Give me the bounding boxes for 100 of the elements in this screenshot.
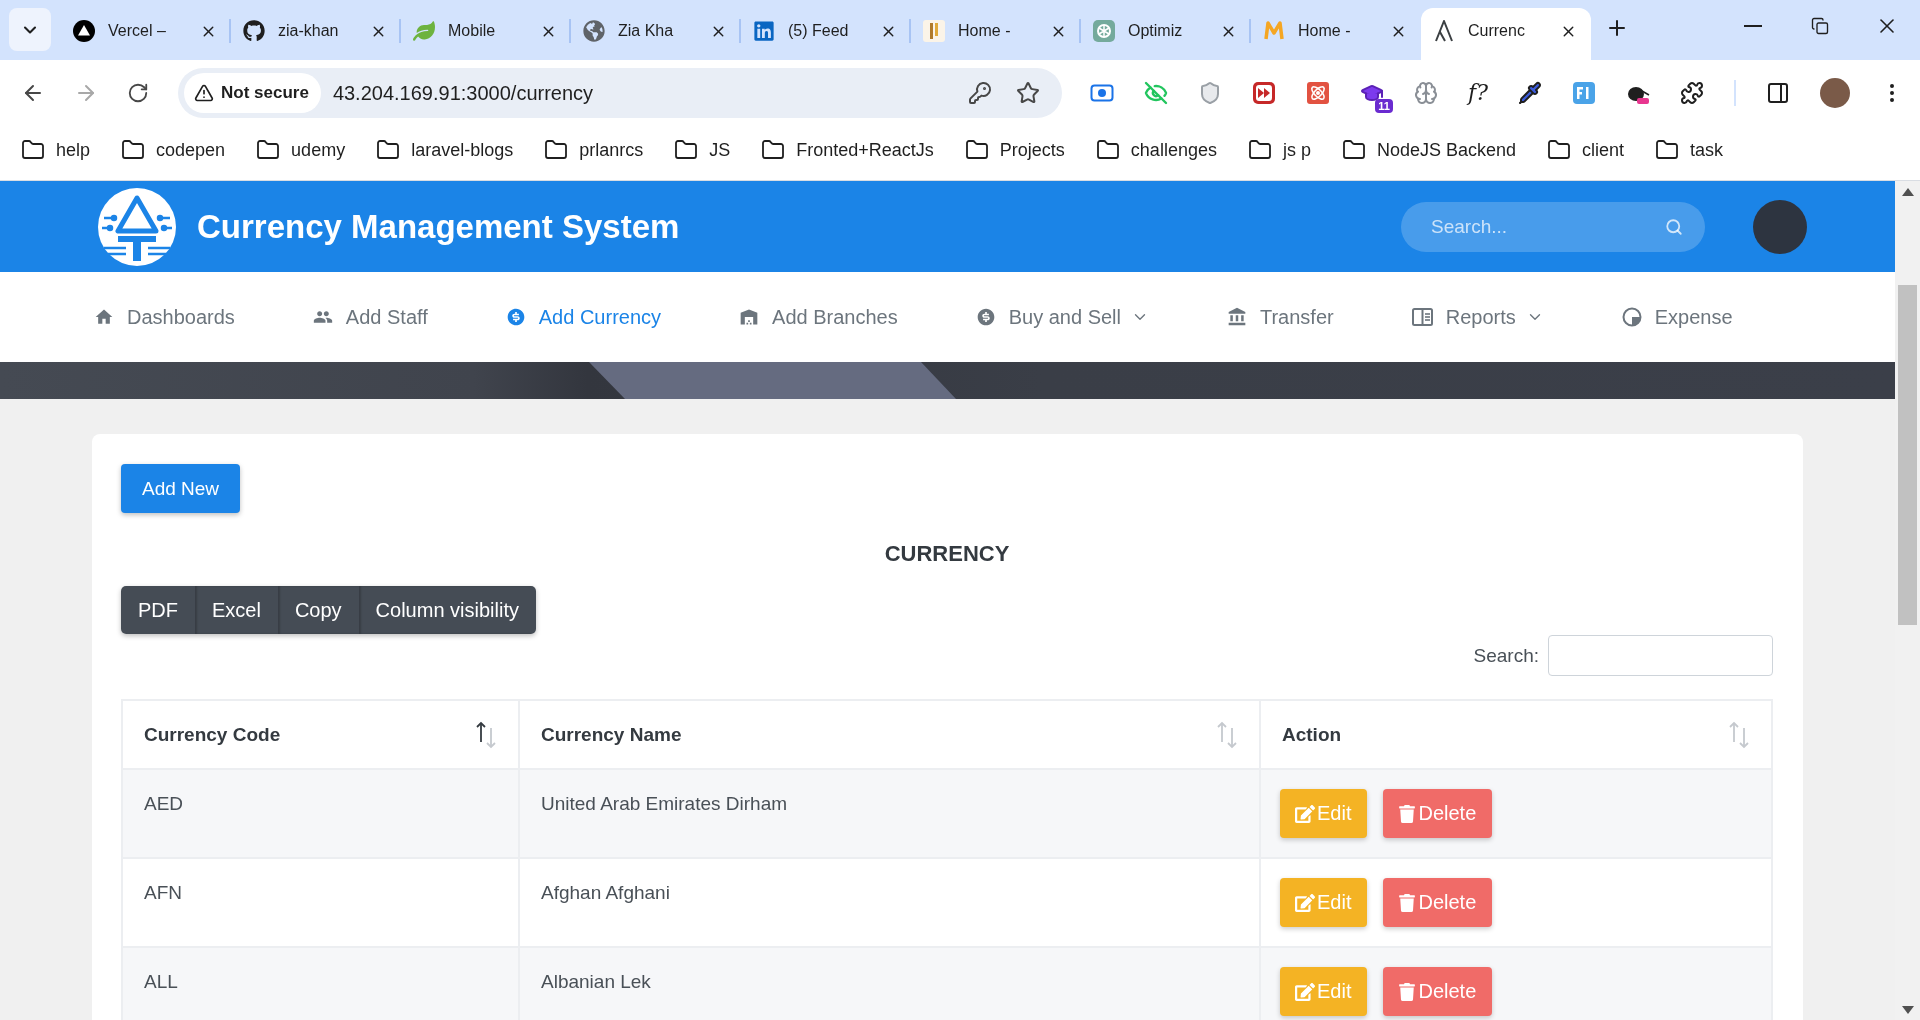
nav-link[interactable]: Add Staff	[312, 305, 428, 329]
tile-logo-icon[interactable]	[1571, 81, 1596, 105]
export-button[interactable]: Column visibility	[358, 586, 536, 634]
bank-icon	[1227, 307, 1247, 327]
folder-icon	[376, 138, 401, 162]
side-panel-icon[interactable]	[1765, 81, 1790, 105]
fast-forward-icon[interactable]	[1252, 81, 1276, 105]
browser-tab[interactable]: zia-khan	[231, 8, 401, 60]
folder-icon	[1095, 138, 1120, 162]
puzzle-icon[interactable]	[1679, 81, 1704, 105]
folder-icon	[1655, 138, 1680, 162]
bookmark-folder[interactable]: NodeJS Backend	[1341, 138, 1517, 162]
trash-icon	[1398, 893, 1417, 912]
browser-tab[interactable]: Home -	[911, 8, 1081, 60]
scrollbar-thumb[interactable]	[1898, 285, 1917, 625]
user-avatar[interactable]	[1753, 199, 1807, 254]
cat-logo-icon	[243, 20, 265, 42]
add-new-button[interactable]: Add New	[121, 464, 241, 513]
count-badge: 11	[1375, 99, 1393, 113]
nav-link[interactable]: Add Branches	[739, 305, 898, 329]
column-header[interactable]: Currency Name	[519, 700, 1260, 769]
star-icon[interactable]	[1016, 81, 1040, 105]
search-label: Search:	[1473, 644, 1539, 667]
folder-icon	[674, 138, 699, 162]
triangle-logo-icon	[73, 20, 95, 42]
warning-icon	[194, 83, 214, 103]
m-logo-icon	[1263, 20, 1285, 42]
bookmark-folder[interactable]: js p	[1247, 138, 1311, 162]
document-panel-icon	[1411, 308, 1433, 326]
brain-icon[interactable]	[1414, 81, 1438, 105]
nav-link[interactable]: Buy and Sell	[975, 305, 1149, 329]
dollar-coin-icon	[975, 307, 996, 327]
folder-icon	[1247, 138, 1272, 162]
search-input[interactable]	[1548, 635, 1773, 676]
trash-icon	[1398, 982, 1417, 1001]
pie-icon	[1621, 307, 1642, 327]
stripes-logo-icon	[923, 20, 945, 42]
scroll-down-icon[interactable]	[1901, 1006, 1914, 1014]
security-chip[interactable]: Not secure	[184, 73, 321, 113]
export-button[interactable]: Excel	[195, 586, 278, 634]
folder-icon	[21, 138, 45, 162]
table-cell: ALL	[122, 947, 519, 1020]
atom-tile-icon[interactable]	[1306, 81, 1330, 105]
restore-icon	[1810, 17, 1829, 35]
app-title: Currency Management System	[197, 207, 681, 246]
address-bar[interactable]: Not secure 43.204.169.91:3000/currency	[178, 68, 1062, 118]
peak-logo-icon	[1433, 20, 1455, 42]
bookmark-folder[interactable]: codepen	[121, 138, 226, 162]
nav-link[interactable]: Dashboards	[94, 305, 235, 329]
nav-link[interactable]: Expense	[1621, 305, 1733, 329]
bookmark-folder[interactable]: help	[21, 138, 91, 162]
browser-tab[interactable]: Vercel –	[61, 8, 231, 60]
folder-icon	[544, 138, 569, 162]
export-button[interactable]: Copy	[277, 586, 359, 634]
browser-tab[interactable]: Optimiz	[1081, 8, 1251, 60]
eyedropper-icon[interactable]	[1517, 81, 1542, 105]
home-icon	[94, 307, 114, 327]
trash-icon	[1398, 804, 1417, 823]
function-glyph-button[interactable]: f?	[1468, 81, 1488, 105]
url-text: 43.204.169.91:3000/currency	[332, 81, 595, 105]
export-button[interactable]: PDF	[121, 586, 195, 634]
browser-tab[interactable]: Currenc	[1421, 8, 1591, 60]
folder-icon	[1341, 138, 1366, 162]
folder-icon	[964, 138, 989, 162]
reload-icon	[127, 82, 149, 104]
bookmark-folder[interactable]: task	[1655, 138, 1724, 162]
profile-avatar[interactable]	[1819, 78, 1850, 108]
folder-icon	[761, 138, 786, 162]
leaf-icon	[413, 20, 435, 42]
search-icon	[1665, 217, 1683, 236]
column-header[interactable]: Action	[1260, 700, 1772, 769]
reload-button[interactable]	[127, 82, 149, 104]
scroll-up-icon[interactable]	[1901, 188, 1914, 196]
nav-link[interactable]: Add Currency	[505, 305, 662, 329]
knot-logo-icon	[1093, 20, 1115, 42]
bookmark-folder[interactable]: prlanrcs	[544, 138, 644, 162]
in-logo-icon	[753, 20, 775, 42]
bookmark-folder[interactable]: challenges	[1095, 138, 1217, 162]
bookmark-folder[interactable]: udemy	[256, 138, 346, 162]
section-heading: CURRENCY	[883, 540, 1011, 568]
folder-icon	[1547, 138, 1572, 162]
shield-icon[interactable]	[1198, 81, 1222, 105]
circle-arrow-logo-icon	[98, 187, 176, 266]
bookmark-folder[interactable]: laravel-blogs	[376, 138, 514, 162]
bookmark-folder[interactable]: Fronted+ReactJs	[761, 138, 934, 162]
browser-tab[interactable]: Mobile	[401, 8, 571, 60]
warehouse-icon	[739, 307, 760, 327]
bookmark-folder[interactable]: client	[1547, 138, 1625, 162]
globe-icon	[583, 20, 605, 42]
nav-link[interactable]: Transfer	[1227, 305, 1334, 329]
bookmark-folder[interactable]: JS	[674, 138, 731, 162]
browser-tab[interactable]: (5) Feed	[741, 8, 911, 60]
key-icon[interactable]	[968, 81, 992, 105]
column-header[interactable]: Currency Code	[122, 700, 519, 769]
browser-tab[interactable]: Zia Kha	[571, 8, 741, 60]
folder-icon	[121, 138, 146, 162]
tab-list-button[interactable]	[9, 8, 51, 51]
bookmark-folder[interactable]: Projects	[964, 138, 1065, 162]
nav-link[interactable]: Reports	[1411, 305, 1544, 329]
browser-tab[interactable]: Home -	[1251, 8, 1421, 60]
